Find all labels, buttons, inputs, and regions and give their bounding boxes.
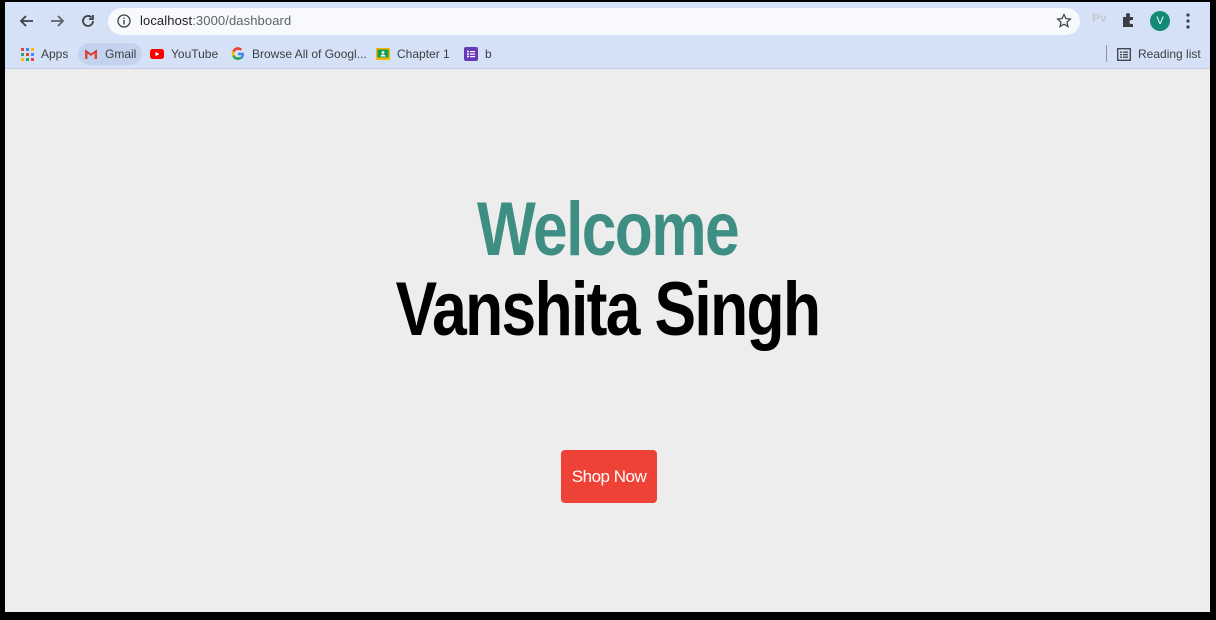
bookmark-b[interactable]: b [464,43,492,65]
browser-toolbar: localhost:3000/dashboard Pv V [5,2,1210,39]
bookmark-gmail[interactable]: Gmail [78,43,143,65]
back-button[interactable] [14,8,40,34]
reading-list-button[interactable]: Reading list [1117,43,1201,65]
forms-icon [464,47,478,61]
shop-now-button[interactable]: Shop Now [561,450,657,503]
dashboard-page: Welcome Vanshita Singh Shop Now [5,70,1210,612]
bookmark-label: Gmail [105,47,137,61]
reload-icon [82,15,94,27]
profile-avatar[interactable]: V [1150,11,1170,31]
bookmark-label: YouTube [171,47,219,61]
reading-list-label: Reading list [1138,47,1201,61]
apps-grid-icon [20,47,34,61]
welcome-heading: Welcome [477,187,740,272]
forward-arrow-icon [51,15,65,27]
forward-button[interactable] [44,8,70,34]
browser-window: localhost:3000/dashboard Pv V Apps Gmail [5,2,1210,612]
extensions-puzzle-icon[interactable] [1120,11,1138,29]
extension-pv[interactable]: Pv [1092,11,1107,25]
classroom-icon [376,47,390,61]
youtube-icon [150,47,164,61]
bookmark-youtube[interactable]: YouTube [150,43,218,65]
reading-list-icon [1117,47,1131,61]
bookmark-label: Apps [41,47,69,61]
reload-button[interactable] [75,8,101,34]
bookmarks-divider [1106,45,1107,62]
info-icon[interactable] [117,14,131,28]
url-path: :3000/dashboard [192,13,292,28]
url-text[interactable]: localhost:3000/dashboard [140,13,291,28]
bookmark-chapter-1[interactable]: Chapter 1 [376,43,450,65]
gmail-icon [84,47,98,61]
bookmark-star-icon[interactable] [1056,13,1072,29]
bookmark-label: Browse All of Googl... [252,47,367,61]
bookmark-label: b [485,47,492,61]
back-arrow-icon [19,15,33,27]
kebab-menu-icon[interactable] [1183,12,1193,30]
url-host: localhost [140,13,193,28]
address-bar[interactable]: localhost:3000/dashboard [108,8,1080,35]
user-name-heading: Vanshita Singh [395,267,821,352]
bookmark-google[interactable]: Browse All of Googl... [231,43,367,65]
bookmarks-bar: Apps Gmail YouTube Browse All of Googl..… [5,39,1210,69]
bookmark-label: Chapter 1 [397,47,450,61]
bookmark-apps[interactable]: Apps [20,43,68,65]
google-icon [231,47,245,61]
